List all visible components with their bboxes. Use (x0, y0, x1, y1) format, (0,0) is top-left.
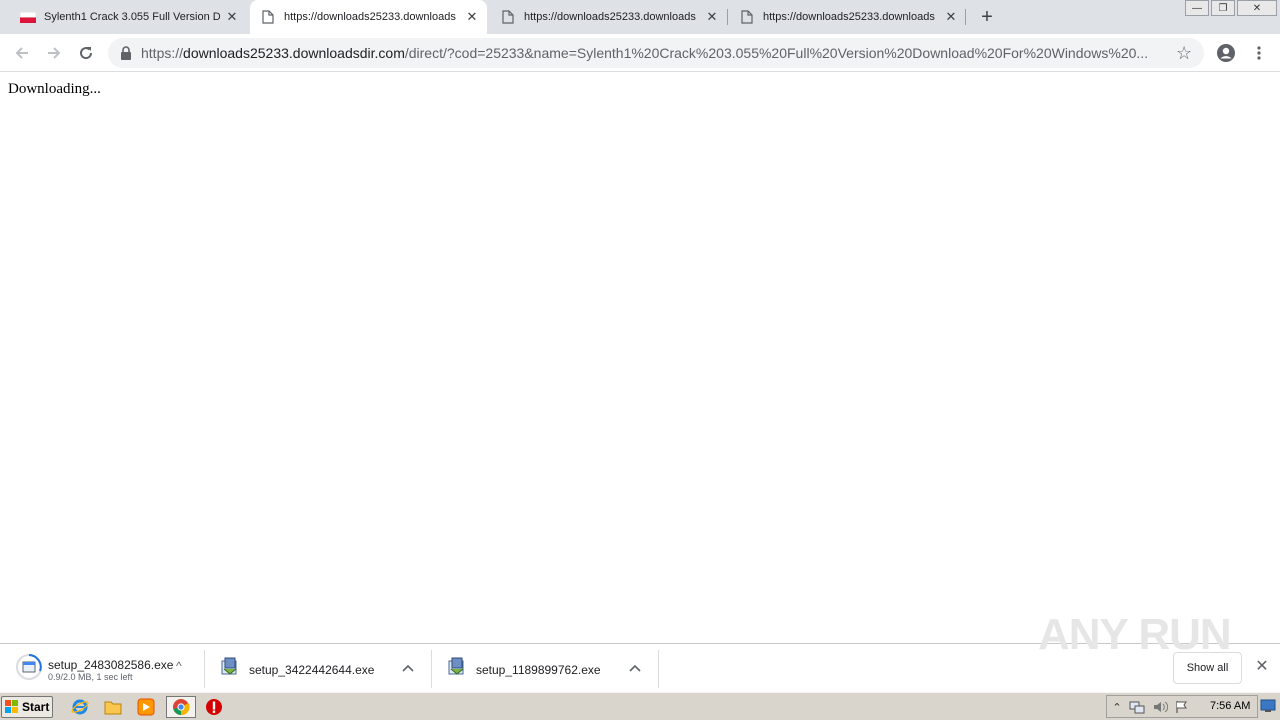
window-controls: — ❐ ✕ (1183, 0, 1277, 18)
show-hidden-icons-icon[interactable]: ⌃ (1109, 699, 1125, 715)
download-filename: setup_1189899762.exe (476, 663, 601, 677)
volume-icon[interactable] (1152, 699, 1168, 715)
show-all-button[interactable]: Show all (1173, 652, 1242, 684)
download-filename: setup_2483082586.exe (48, 658, 174, 672)
network-icon[interactable] (1129, 699, 1145, 715)
menu-dots-icon[interactable] (1247, 41, 1271, 65)
tab-download-2[interactable]: https://downloads25233.downloads ✕ (490, 0, 726, 34)
tab-close-icon[interactable]: ✕ (464, 9, 480, 25)
download-filename: setup_3422442644.exe (249, 663, 375, 677)
start-label: Start (22, 700, 50, 714)
account-icon[interactable] (1214, 41, 1238, 65)
minimize-icon[interactable]: — (1185, 0, 1209, 16)
url-path: /direct/?cod=25233&name=Sylenth1%20Crack… (404, 45, 1149, 61)
reload-icon[interactable] (74, 41, 98, 65)
lock-icon[interactable] (120, 46, 132, 60)
url-prefix: https:// (141, 45, 184, 61)
tab-title: https://downloads25233.downloads (763, 11, 935, 23)
action-center-flag-icon[interactable] (1174, 699, 1190, 715)
download-status: 0.9/2.0 MB, 1 sec left (48, 672, 133, 682)
start-button[interactable]: Start (1, 696, 53, 718)
chevron-up-icon[interactable] (402, 661, 414, 675)
tab-download-active[interactable]: https://downloads25233.downloads ✕ (250, 0, 487, 34)
windows-logo-icon (5, 700, 19, 714)
download-item[interactable]: setup_2483082586.exe 0.9/2.0 MB, 1 sec l… (0, 644, 204, 692)
close-window-icon[interactable]: ✕ (1237, 0, 1277, 16)
taskbar-clock[interactable]: 7:56 AM (1210, 700, 1250, 712)
url-host: downloads25233.downloadsdir.com (183, 45, 405, 61)
downloading-text: Downloading... (8, 81, 101, 97)
forward-arrow-icon[interactable] (42, 41, 66, 65)
download-shelf: ANY RUN setup_2483082586.exe 0.9/2.0 MB,… (0, 610, 1280, 692)
page-icon (739, 9, 755, 25)
tab-separator (965, 9, 966, 25)
tab-title: https://downloads25233.downloads (524, 11, 696, 23)
tab-title: Sylenth1 Crack 3.055 Full Version Do (44, 11, 220, 23)
tab-sylenth[interactable]: Sylenth1 Crack 3.055 Full Version Do ✕ (10, 0, 246, 34)
tab-separator (727, 9, 728, 25)
chrome-icon[interactable] (166, 696, 196, 718)
address-bar[interactable]: https://downloads25233.downloadsdir.com/… (108, 38, 1204, 68)
stop-sign-icon[interactable] (201, 696, 227, 718)
system-tray: ⌃ 7:56 AM (1106, 695, 1258, 718)
internet-explorer-icon[interactable] (67, 696, 93, 718)
tab-close-icon[interactable]: ✕ (224, 9, 240, 25)
tab-close-icon[interactable]: ✕ (704, 9, 720, 25)
download-item[interactable]: setup_1189899762.exe (432, 644, 658, 692)
tab-strip: Sylenth1 Crack 3.055 Full Version Do ✕ h… (0, 0, 1280, 34)
shelf-separator (658, 650, 659, 688)
poland-flag-icon (20, 9, 36, 25)
installer-progress-icon (16, 654, 42, 680)
chevron-up-icon[interactable] (629, 661, 641, 675)
download-item[interactable]: setup_3422442644.exe (205, 644, 431, 692)
setup-exe-icon (447, 657, 469, 679)
url-text: https://downloads25233.downloadsdir.com/… (141, 45, 1171, 61)
page-icon (500, 9, 516, 25)
new-tab-icon[interactable]: + (976, 6, 998, 28)
file-explorer-icon[interactable] (100, 696, 126, 718)
bookmark-star-icon[interactable]: ☆ (1176, 43, 1192, 64)
page-content: Downloading... (0, 72, 1280, 643)
tab-title: https://downloads25233.downloads (284, 11, 456, 23)
show-desktop-icon[interactable] (1260, 699, 1276, 713)
restore-icon[interactable]: ❐ (1211, 0, 1235, 16)
browser-toolbar: https://downloads25233.downloadsdir.com/… (0, 34, 1280, 72)
close-shelf-icon[interactable]: ✕ (1254, 658, 1270, 675)
back-arrow-icon[interactable] (10, 41, 34, 65)
tab-close-icon[interactable]: ✕ (943, 9, 959, 25)
setup-exe-icon (220, 657, 242, 679)
media-player-icon[interactable] (133, 696, 159, 718)
windows-taskbar: Start ⌃ 7:56 AM (0, 692, 1280, 720)
tab-download-3[interactable]: https://downloads25233.downloads ✕ (729, 0, 965, 34)
page-icon (260, 9, 276, 25)
chevron-up-icon[interactable]: ^ (176, 659, 182, 673)
